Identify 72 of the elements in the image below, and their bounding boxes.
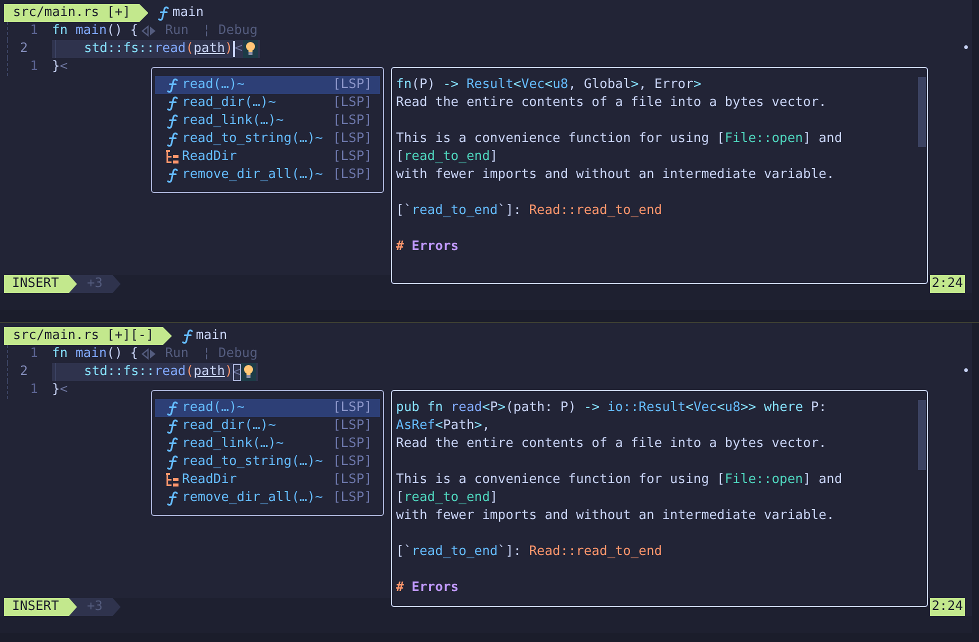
function-icon (166, 96, 179, 110)
breadcrumb[interactable]: main (172, 4, 204, 22)
line-number: 2 (19, 40, 29, 58)
doc-line: This is a convenience function for using [File::open] and (396, 471, 844, 489)
completion-item[interactable]: read_dir(…)~ [LSP] (155, 417, 380, 435)
function-icon (166, 490, 179, 506)
code-line: std::fs::read(path) (84, 40, 233, 58)
function-icon (166, 78, 179, 92)
file-tab[interactable]: src/main.rs [+] (4, 4, 148, 22)
lens-separator: ¦ (202, 22, 210, 40)
lens-separator: ¦ (202, 345, 210, 363)
function-icon (166, 168, 179, 182)
doc-line: pub fn read<P>(path: P) -> io::Result<Vec<u8>> where P: (396, 399, 828, 417)
code-line: } (52, 381, 60, 399)
mode-indicator: INSERT (4, 275, 77, 293)
cursor-position: 2:24 (930, 275, 965, 293)
code-line: } (52, 58, 60, 76)
doc-line: fn(P) -> Result<Vec<u8, Global>, Error> (396, 76, 702, 94)
scrollbar-thumb[interactable] (918, 400, 926, 470)
function-icon (166, 114, 179, 128)
completion-item[interactable]: read_link(…)~ [LSP] (155, 112, 380, 130)
completion-item[interactable]: remove_dir_all(…)~ [LSP] (155, 166, 380, 184)
code-line: fn main() { (52, 345, 138, 363)
completion-item[interactable]: read_to_string(…)~ [LSP] (155, 453, 380, 471)
struct-icon (166, 473, 179, 487)
code-line: std::fs::read(path) (84, 363, 233, 381)
code-lens-icon (141, 25, 158, 37)
code-lens-icon (141, 348, 158, 360)
code-line: fn main() { (52, 22, 138, 40)
line-number: 1 (29, 22, 39, 40)
struct-icon (166, 150, 179, 164)
file-tab[interactable]: src/main.rs [+][-] (4, 327, 172, 345)
scrollbar-thumb[interactable] (918, 77, 926, 147)
eol-marker: < (60, 381, 68, 399)
completion-item[interactable]: ReadDir [LSP] (155, 148, 380, 166)
completion-item[interactable]: read_dir(…)~ [LSP] (155, 94, 380, 112)
mode-indicator: INSERT (4, 598, 77, 616)
completion-item[interactable]: read(…)~ [LSP] (155, 76, 380, 94)
function-icon (166, 400, 179, 416)
completion-item[interactable]: read(…)~ [LSP] (155, 399, 380, 417)
cursor-position: 2:24 (930, 598, 965, 616)
eol-marker: < (60, 58, 68, 76)
function-icon (166, 418, 179, 434)
doc-line: [`read_to_end`]: Read::read_to_end (396, 202, 664, 220)
doc-line: # Errors (396, 238, 460, 256)
line-number: 1 (29, 58, 39, 76)
function-icon (166, 436, 179, 452)
doc-line: AsRef<Path>, (396, 417, 491, 435)
completion-item[interactable]: read_to_string(…)~ [LSP] (155, 130, 380, 148)
function-icon (182, 328, 193, 344)
doc-line: Read the entire contents of a file into a bytes vector. (396, 94, 828, 112)
doc-line: [`read_to_end`]: Read::read_to_end (396, 543, 664, 561)
doc-line: This is a convenience function for using [File::open] and (396, 130, 844, 148)
doc-line: with fewer imports and without an intermediate variable. (396, 507, 836, 525)
line-number: 1 (29, 381, 39, 399)
doc-line: Read the entire contents of a file into a bytes vector. (396, 435, 828, 453)
function-icon (166, 132, 179, 146)
completion-item[interactable]: read_link(…)~ [LSP] (155, 435, 380, 453)
breadcrumb[interactable]: main (196, 327, 228, 345)
doc-line: [read_to_end] (396, 489, 499, 507)
line-number: 1 (29, 345, 39, 363)
doc-line: with fewer imports and without an intermediate variable. (396, 166, 836, 184)
scroll-marker: • (962, 363, 971, 381)
function-icon (158, 6, 170, 20)
line-number: 2 (19, 363, 29, 381)
completion-item[interactable]: ReadDir [LSP] (155, 471, 380, 489)
doc-line: # Errors (396, 579, 460, 597)
eol-marker: < (234, 40, 243, 58)
scroll-marker: • (962, 40, 971, 58)
function-icon (166, 454, 179, 470)
doc-line: [read_to_end] (396, 148, 499, 166)
completion-item[interactable]: remove_dir_all(…)~ [LSP] (155, 489, 380, 507)
